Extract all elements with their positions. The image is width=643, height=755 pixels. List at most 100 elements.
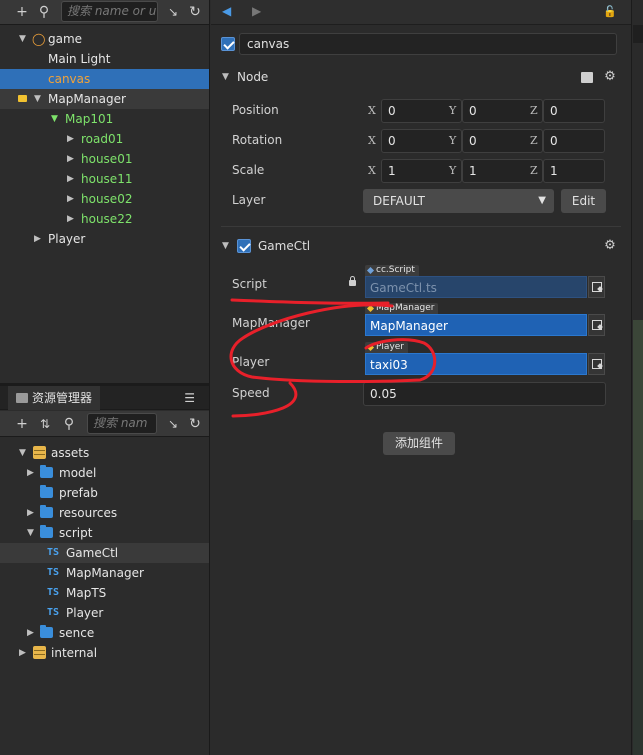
expand-arrow-icon[interactable]: ▼: [51, 109, 61, 129]
node-section-header[interactable]: ▼ Node ⚙: [211, 66, 631, 88]
asset-player[interactable]: TS Player: [0, 603, 209, 623]
folder-panel-icon: [16, 393, 28, 403]
tree-node-canvas[interactable]: canvas: [0, 69, 209, 89]
asset-mapmanager[interactable]: TS MapManager: [0, 563, 209, 583]
collapse-icon[interactable]: ↘: [165, 416, 181, 432]
typescript-icon: TS: [47, 547, 60, 558]
tree-node-house22[interactable]: ▶ house22: [0, 209, 209, 229]
expand-arrow-icon[interactable]: ▼: [27, 523, 37, 543]
asset-label: script: [59, 526, 93, 540]
speed-input[interactable]: 0.05: [363, 382, 606, 406]
expand-arrow-icon[interactable]: ▶: [19, 643, 29, 663]
refresh-icon[interactable]: ↻: [187, 416, 203, 432]
expand-arrow-icon[interactable]: ▶: [27, 463, 37, 483]
layer-select[interactable]: DEFAULT ▼: [363, 189, 554, 213]
tree-node-mapmanager[interactable]: ▼ MapManager: [0, 89, 209, 109]
asset-label: MapManager: [66, 566, 144, 580]
asset-prefab[interactable]: prefab: [0, 483, 209, 503]
tree-node-player[interactable]: ▶ Player: [0, 229, 209, 249]
player-label: Player: [232, 355, 270, 369]
lock-icon[interactable]: [18, 95, 27, 102]
gear-icon[interactable]: ⚙: [603, 239, 617, 253]
section-divider: [221, 226, 621, 227]
scale-z-input[interactable]: 1: [543, 159, 605, 183]
menu-icon[interactable]: ☰: [184, 391, 195, 405]
hierarchy-search-input[interactable]: 搜索 name or u: [61, 1, 158, 22]
folder-icon: [40, 625, 53, 638]
tree-node-house11[interactable]: ▶ house11: [0, 169, 209, 189]
axis-y-label: Y: [449, 134, 457, 147]
mapmanager-label: MapManager: [232, 316, 310, 330]
axis-z-label: Z: [530, 164, 538, 177]
expand-arrow-icon[interactable]: ▼: [19, 443, 29, 463]
folder-icon: [40, 465, 53, 478]
tree-node-label: house02: [81, 192, 133, 206]
layer-edit-button[interactable]: Edit: [561, 189, 606, 213]
scene-preview[interactable]: [633, 320, 643, 520]
add-icon[interactable]: +: [14, 4, 30, 20]
tab-assets[interactable]: 资源管理器: [8, 386, 101, 410]
search-filter-icon[interactable]: ⚲: [36, 4, 52, 20]
position-z-input[interactable]: 0: [543, 99, 605, 123]
expand-arrow-icon[interactable]: ▶: [67, 149, 77, 169]
mapmanager-field[interactable]: MapManager: [365, 314, 587, 336]
assets-search-input[interactable]: 搜索 nam: [87, 413, 157, 434]
expand-arrow-icon[interactable]: ▶: [67, 129, 77, 149]
player-field[interactable]: taxi03: [365, 353, 587, 375]
expand-arrow-icon[interactable]: ▶: [67, 209, 77, 229]
add-component-button[interactable]: 添加组件: [383, 432, 455, 455]
asset-mapts[interactable]: TS MapTS: [0, 583, 209, 603]
tree-node-map101[interactable]: ▼ Map101: [0, 109, 209, 129]
expand-arrow-icon[interactable]: ▶: [27, 623, 37, 643]
tree-node-main-light[interactable]: Main Light: [0, 49, 209, 69]
asset-label: prefab: [59, 486, 98, 500]
chevron-down-icon: ▼: [538, 195, 546, 206]
tree-node-game[interactable]: ▼ ◯ game: [0, 29, 209, 49]
collapse-arrow-icon[interactable]: ▼: [222, 66, 229, 88]
asset-internal[interactable]: ▶ internal: [0, 643, 209, 663]
expand-arrow-icon[interactable]: ▶: [67, 189, 77, 209]
inspector-toolbar: ◀ ▶ 🔓: [211, 0, 631, 25]
expand-arrow-icon[interactable]: ▼: [19, 29, 29, 49]
tree-node-road01[interactable]: ▶ road01: [0, 129, 209, 149]
tree-node-label: MapManager: [48, 92, 126, 106]
locate-icon[interactable]: [588, 314, 605, 336]
layer-value: DEFAULT: [373, 194, 425, 208]
expand-arrow-icon[interactable]: ▶: [67, 169, 77, 189]
collapse-arrow-icon[interactable]: ▼: [222, 235, 229, 257]
asset-gamectl[interactable]: TS GameCtl: [0, 543, 209, 563]
scene-toolbar-edge: [633, 25, 643, 43]
locate-icon[interactable]: [588, 353, 605, 375]
node-active-checkbox[interactable]: [221, 37, 235, 51]
expand-arrow-icon[interactable]: ▶: [27, 503, 37, 523]
refresh-icon[interactable]: ↻: [187, 4, 203, 20]
rotation-z-input[interactable]: 0: [543, 129, 605, 153]
forward-arrow-icon[interactable]: ▶: [252, 4, 261, 18]
expand-arrow-icon[interactable]: ▼: [34, 89, 44, 109]
collapse-icon[interactable]: ↘: [165, 4, 181, 20]
sort-icon[interactable]: ⇅: [37, 416, 53, 432]
tree-node-label: Map101: [65, 112, 114, 126]
database-icon: [33, 646, 46, 659]
component-enabled-checkbox[interactable]: [237, 239, 251, 253]
asset-model[interactable]: ▶ model: [0, 463, 209, 483]
scene-preview-lower[interactable]: [633, 520, 643, 755]
hierarchy-tree: ▼ ◯ game Main Light canvas ▼ MapManager …: [0, 29, 209, 249]
expand-arrow-icon[interactable]: ▶: [34, 229, 44, 249]
component-section-header[interactable]: ▼ GameCtl ⚙: [211, 235, 631, 257]
back-arrow-icon[interactable]: ◀: [222, 4, 231, 18]
asset-assets[interactable]: ▼ assets: [0, 443, 209, 463]
asset-resources[interactable]: ▶ resources: [0, 503, 209, 523]
node-name-input[interactable]: canvas: [239, 33, 617, 55]
asset-sence[interactable]: ▶ sence: [0, 623, 209, 643]
unlock-icon[interactable]: 🔓: [603, 5, 617, 18]
search-filter-icon[interactable]: ⚲: [61, 416, 77, 432]
book-icon[interactable]: [581, 72, 593, 83]
add-icon[interactable]: +: [14, 416, 30, 432]
tree-node-house02[interactable]: ▶ house02: [0, 189, 209, 209]
gear-icon[interactable]: ⚙: [603, 70, 617, 84]
asset-script[interactable]: ▼ script: [0, 523, 209, 543]
tree-node-house01[interactable]: ▶ house01: [0, 149, 209, 169]
typescript-icon: TS: [47, 567, 60, 578]
locate-icon[interactable]: [588, 276, 605, 298]
